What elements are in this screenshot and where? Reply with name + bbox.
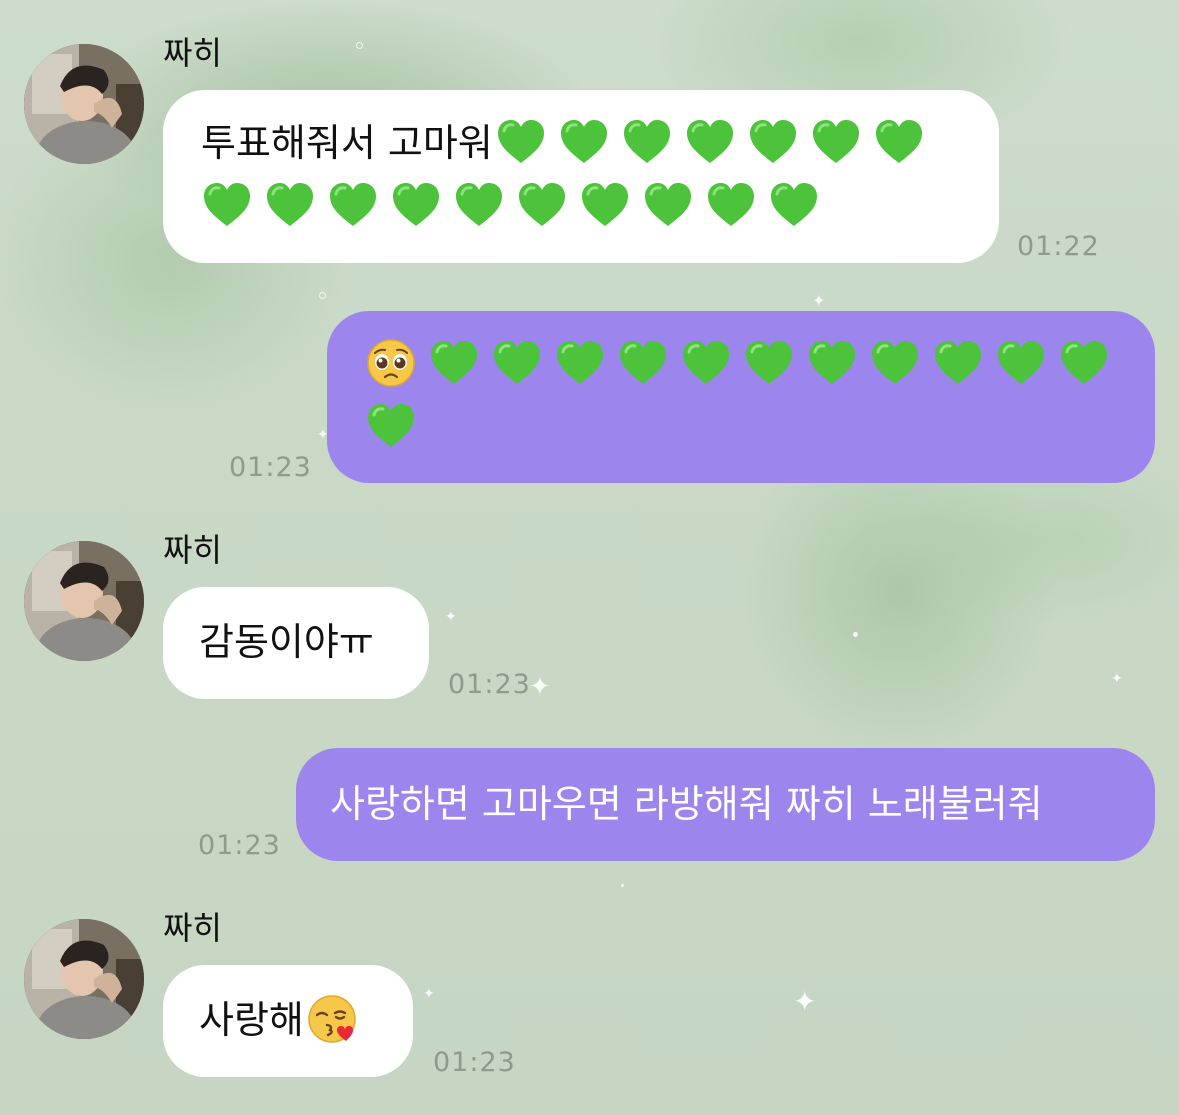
- avatar[interactable]: [24, 541, 144, 661]
- green-heart-emoji: [705, 179, 757, 231]
- green-heart-emoji: [869, 337, 921, 389]
- message-bubble-incoming[interactable]: 사랑해: [163, 965, 413, 1077]
- green-heart-emoji: [873, 116, 925, 168]
- green-heart-emoji: [558, 116, 610, 168]
- green-heart-emoji: [516, 179, 568, 231]
- message-line: 사랑하면 고마우면 라방해줘 짜히 노래불러줘: [330, 773, 1127, 836]
- green-heart-emoji: [680, 337, 732, 389]
- sparkle-icon: ✦: [529, 672, 551, 702]
- message-line: 감동이야ㅠ: [199, 611, 393, 674]
- green-heart-emoji: [684, 116, 736, 168]
- green-heart-emoji: [390, 179, 442, 231]
- sparkle-icon: ✦: [812, 291, 826, 310]
- message-text: 사랑하면 고마우면 라방해줘 짜히 노래불러줘: [330, 782, 1043, 826]
- sparkle-icon: ✦: [1111, 671, 1123, 687]
- message-text: 감동이야ㅠ: [199, 620, 374, 664]
- green-heart-emoji: [453, 179, 505, 231]
- green-heart-emoji: [995, 337, 1047, 389]
- green-heart-emoji: [617, 337, 669, 389]
- face-blowing-kiss-emoji: [306, 993, 358, 1045]
- green-heart-emoji: [768, 179, 820, 231]
- green-heart-emoji: [810, 116, 862, 168]
- sparkle-dot: [319, 292, 326, 299]
- green-heart-emoji: [491, 337, 543, 389]
- green-heart-emoji: [743, 337, 795, 389]
- message-timestamp: 01:23: [198, 830, 281, 861]
- message-line: 투표해줘서 고마워: [201, 112, 961, 175]
- message-bubble-incoming[interactable]: 감동이야ㅠ: [163, 587, 429, 699]
- sender-name: 짜히: [163, 34, 222, 72]
- message-timestamp: 01:23: [433, 1047, 516, 1078]
- message-line: [365, 333, 1125, 396]
- sparkle-icon: ✦: [793, 985, 817, 1018]
- message-line: [201, 175, 961, 238]
- green-heart-emoji: [495, 116, 547, 168]
- sparkle-dot: [853, 632, 858, 637]
- message-timestamp: 01:23: [229, 452, 312, 483]
- sender-name: 짜히: [163, 909, 222, 947]
- message-line: [365, 396, 1125, 459]
- green-heart-emoji: [579, 179, 631, 231]
- pleading-face-emoji: [365, 337, 417, 389]
- green-heart-emoji: [327, 179, 379, 231]
- message-bubble-outgoing[interactable]: [327, 311, 1155, 483]
- green-heart-emoji: [806, 337, 858, 389]
- message-timestamp: 01:23: [448, 669, 531, 700]
- sparkle-icon: ✦: [423, 986, 435, 1002]
- sparkle-dot: [621, 884, 624, 887]
- avatar[interactable]: [24, 919, 144, 1039]
- green-heart-emoji: [1058, 337, 1110, 389]
- green-heart-emoji: [365, 400, 417, 452]
- message-line: 사랑해: [199, 989, 383, 1052]
- green-heart-emoji: [428, 337, 480, 389]
- green-heart-emoji: [621, 116, 673, 168]
- green-heart-emoji: [264, 179, 316, 231]
- message-text: 사랑해: [199, 998, 304, 1042]
- green-heart-emoji: [201, 179, 253, 231]
- sparkle-dot: [356, 42, 363, 49]
- sender-name: 짜히: [163, 531, 222, 569]
- green-heart-emoji: [747, 116, 799, 168]
- green-heart-emoji: [932, 337, 984, 389]
- sparkle-icon: ✦: [445, 609, 457, 625]
- green-heart-emoji: [642, 179, 694, 231]
- message-text: 투표해줘서 고마워: [201, 121, 493, 165]
- message-timestamp: 01:22: [1017, 231, 1100, 262]
- message-bubble-outgoing[interactable]: 사랑하면 고마우면 라방해줘 짜히 노래불러줘: [296, 748, 1155, 861]
- green-heart-emoji: [554, 337, 606, 389]
- message-bubble-incoming[interactable]: 투표해줘서 고마워: [163, 90, 999, 263]
- avatar[interactable]: [24, 44, 144, 164]
